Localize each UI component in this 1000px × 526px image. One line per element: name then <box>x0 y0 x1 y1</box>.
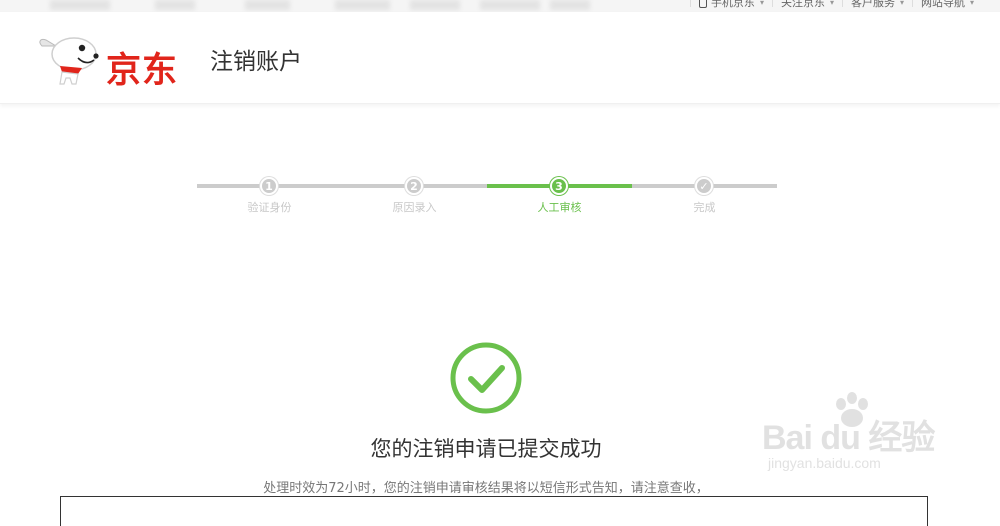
step-number: 3 <box>550 177 568 195</box>
blurred-link <box>410 0 460 10</box>
customer-service-label: 客户服务 <box>850 0 895 9</box>
step-label: 验证身份 <box>247 201 292 214</box>
blurred-link <box>245 0 290 10</box>
check-circle-icon <box>450 342 522 414</box>
blurred-link <box>480 0 540 10</box>
mobile-jd-link[interactable]: 手机京东 ▾ <box>691 0 772 10</box>
step-complete: ✓ 完成 <box>632 175 777 220</box>
chevron-down-icon: ▾ <box>759 0 764 7</box>
watermark-text: Bai du 经验 <box>762 419 935 457</box>
step-number: 2 <box>405 177 423 195</box>
step-label: 完成 <box>693 201 716 214</box>
step-manual-review: 3 人工审核 <box>487 175 632 220</box>
step-verify-identity: 1 验证身份 <box>197 175 342 220</box>
jd-dog-mascot-icon <box>39 37 99 85</box>
watermark-url: jingyan.baidu.com <box>768 455 881 471</box>
step-number: 1 <box>260 177 278 195</box>
logo-text: 京东 <box>106 51 179 91</box>
chevron-down-icon: ▾ <box>969 0 974 7</box>
top-nav: 手机京东 ▾ 关注京东 ▾ 客户服务 ▾ 网站导航 ▾ <box>689 0 982 10</box>
site-nav-label: 网站导航 <box>920 0 965 9</box>
step-label: 人工审核 <box>537 201 582 214</box>
phone-icon <box>698 0 707 8</box>
step-label: 原因录入 <box>392 201 437 214</box>
chevron-down-icon: ▾ <box>899 0 904 7</box>
follow-jd-link[interactable]: 关注京东 ▾ <box>773 0 842 10</box>
baidu-watermark: Bai du 经验 jingyan.baidu.com <box>762 392 962 482</box>
progress-stepper: 1 验证身份 2 原因录入 3 人工审核 ✓ 完成 <box>197 175 777 220</box>
follow-jd-label: 关注京东 <box>780 0 825 9</box>
site-nav-link[interactable]: 网站导航 ▾ <box>913 0 982 10</box>
jd-logo[interactable]: 京东 <box>38 34 198 91</box>
check-icon: ✓ <box>695 177 713 195</box>
blurred-link <box>335 0 390 10</box>
customer-service-link[interactable]: 客户服务 ▾ <box>843 0 912 10</box>
top-utility-bar: 手机京东 ▾ 关注京东 ▾ 客户服务 ▾ 网站导航 ▾ <box>0 0 1000 12</box>
step-reason-entry: 2 原因录入 <box>342 175 487 220</box>
blurred-link <box>50 0 110 10</box>
page-title: 注销账户 <box>210 49 302 75</box>
blurred-link <box>155 0 195 10</box>
chevron-down-icon: ▾ <box>829 0 834 7</box>
page-header: 京东 注销账户 <box>0 12 1000 104</box>
mobile-jd-label: 手机京东 <box>710 0 755 9</box>
blurred-link <box>550 0 590 10</box>
